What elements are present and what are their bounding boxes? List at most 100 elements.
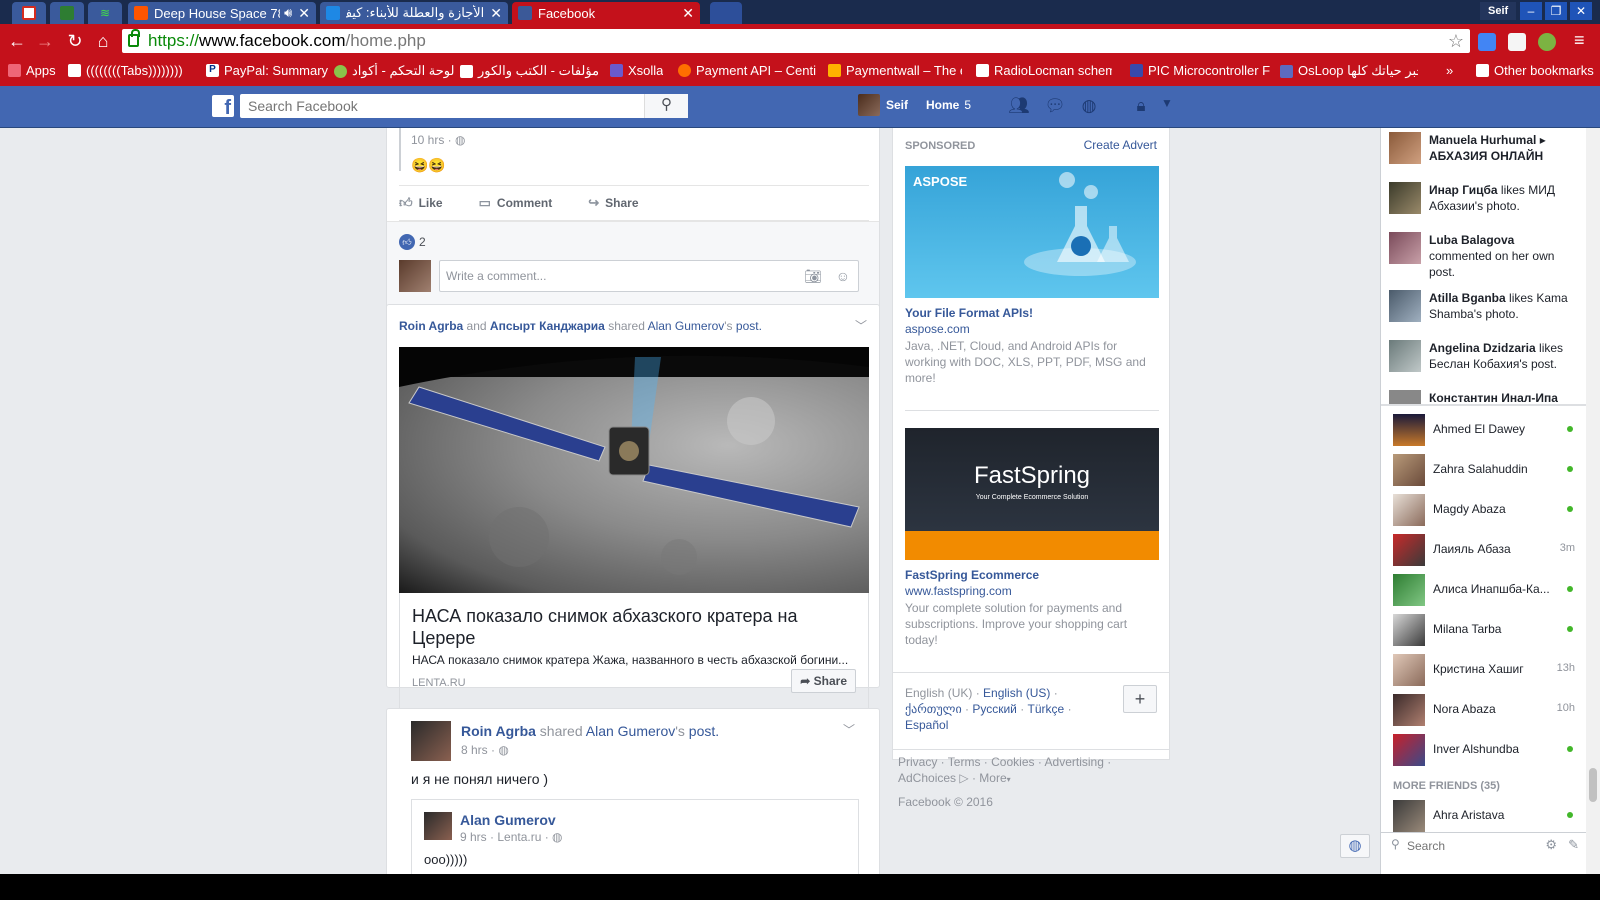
post-options-chevron-icon[interactable]: ﹀ xyxy=(843,721,855,738)
globe-extension-icon[interactable] xyxy=(1538,33,1556,51)
language-option[interactable]: Español xyxy=(905,718,948,732)
ad-url[interactable]: www.fastspring.com xyxy=(905,584,1012,598)
ad-title[interactable]: FastSpring Ecommerce xyxy=(905,568,1039,582)
ad-image[interactable]: FastSpring Your Complete Ecommerce Solut… xyxy=(905,428,1159,560)
ticker-item[interactable]: Manuela Hurhumal ▸ АБХАЗИЯ ОНЛАЙН xyxy=(1381,128,1587,178)
bookmark-pic[interactable]: PIC Microcontroller F xyxy=(1130,63,1270,78)
add-language-button[interactable]: + xyxy=(1123,685,1157,713)
messages-icon[interactable]: 💬︎ xyxy=(1044,96,1066,116)
post-options-chevron-icon[interactable]: ﹀ xyxy=(855,317,867,334)
forward-icon[interactable]: → xyxy=(34,30,56,52)
chat-search-input[interactable] xyxy=(1407,837,1527,855)
tab-pinned-2[interactable] xyxy=(50,2,84,24)
search-icon[interactable]: ⚲ xyxy=(644,94,688,118)
audio-icon[interactable]: 🔊︎ xyxy=(284,5,292,21)
scrollbar-thumb[interactable] xyxy=(1589,768,1597,802)
footer-link-terms[interactable]: Terms xyxy=(948,755,981,769)
link-preview-image[interactable] xyxy=(399,347,869,593)
ticker-item[interactable]: Atilla Bganba likes Kama Shamba's photo. xyxy=(1381,286,1587,336)
bookmark-codes[interactable]: لوحة التحكم - أكواد xyxy=(334,63,454,79)
share-button[interactable]: ➦ Share xyxy=(791,669,856,693)
tab-deep-house[interactable]: Deep House Space 78 🔊︎ ✕ xyxy=(128,2,316,24)
language-option[interactable]: English (US) xyxy=(983,686,1050,700)
comment-input[interactable]: Write a comment... 📷︎ ☺ xyxy=(439,260,859,292)
shared-post-timestamp[interactable]: 9 hrs · Lenta.ru · ◍ xyxy=(460,830,563,844)
bookmark-radiolocman[interactable]: RadioLocman schem xyxy=(976,63,1112,78)
post-link[interactable]: post. xyxy=(736,319,762,333)
close-icon[interactable]: ✕ xyxy=(682,5,694,22)
gear-icon[interactable]: ⚙ xyxy=(1545,837,1557,853)
bookmark-xsolla[interactable]: Xsolla xyxy=(610,63,663,78)
bookmarks-overflow[interactable]: » xyxy=(1446,63,1453,78)
chat-friend[interactable]: Magdy Abaza xyxy=(1381,490,1587,528)
bookmark-tabs-folder[interactable]: ((((((((Tabs)))))))) xyxy=(68,63,183,78)
footer-link-cookies[interactable]: Cookies xyxy=(991,755,1034,769)
tab-facebook[interactable]: Facebook ✕ xyxy=(512,2,700,24)
owner-link[interactable]: Alan Gumerov xyxy=(586,723,675,739)
footer-link-advertising[interactable]: Advertising xyxy=(1045,755,1104,769)
ad-title[interactable]: Your File Format APIs! xyxy=(905,306,1033,320)
friend-requests-icon[interactable]: 👥︎ xyxy=(1008,96,1030,116)
extension-icon[interactable] xyxy=(1508,33,1526,51)
create-advert-link[interactable]: Create Advert xyxy=(1084,138,1157,152)
translate-icon[interactable] xyxy=(1478,33,1496,51)
chat-friend[interactable]: Алиса Инапшба-Ка... xyxy=(1381,570,1587,608)
ticker-item[interactable]: Константин Инал-Ипа xyxy=(1381,386,1587,404)
avatar[interactable] xyxy=(424,812,452,840)
bookmark-other[interactable]: Other bookmarks xyxy=(1476,63,1594,78)
ticker-item[interactable]: Инар Гицба likes МИД Абхазии's photo. xyxy=(1381,178,1587,228)
facebook-logo[interactable]: f xyxy=(212,95,234,119)
ticker-item[interactable]: Angelina Dzidzaria likes Беслан Кобахия'… xyxy=(1381,336,1587,386)
link-preview[interactable]: НАСА показало снимок абхазского кратера … xyxy=(399,593,869,711)
chat-friend[interactable]: Milana Tarba xyxy=(1381,610,1587,648)
chat-friend[interactable]: Лаияль Абаза 3m xyxy=(1381,530,1587,568)
close-icon[interactable]: ✕ xyxy=(490,5,502,22)
bookmark-paypal[interactable]: P PayPal: Summary xyxy=(206,63,328,78)
chat-friend[interactable]: Inver Alshundba xyxy=(1381,730,1587,768)
chat-friend[interactable]: Ahra Aristava xyxy=(1381,796,1587,834)
notifications-globe-icon[interactable]: ◍ xyxy=(1078,96,1100,116)
actor-link[interactable]: Roin Agrba xyxy=(399,319,463,333)
compose-icon[interactable]: ✎ xyxy=(1568,837,1579,853)
footer-link-more[interactable]: More xyxy=(979,771,1006,785)
ticker-item[interactable]: Luba Balagova commented on her own post. xyxy=(1381,228,1587,279)
camera-icon[interactable]: 📷︎ xyxy=(804,261,822,291)
bookmark-payment-api[interactable]: Payment API – Centi xyxy=(678,63,818,78)
post-timestamp[interactable]: 8 hrs · ◍ xyxy=(461,743,509,757)
close-icon[interactable]: ✕ xyxy=(298,5,310,22)
close-window-icon[interactable]: ✕ xyxy=(1570,2,1592,20)
home-link[interactable]: Home 5 xyxy=(926,98,971,112)
like-button[interactable]: 👍︎ Like xyxy=(399,195,443,211)
ad-url[interactable]: aspose.com xyxy=(905,322,970,336)
emoji-icon[interactable]: ☺ xyxy=(836,261,850,291)
actor-link[interactable]: Апсырт Канджариа xyxy=(490,319,605,333)
ticker-divider[interactable] xyxy=(1381,404,1587,406)
account-menu-chevron-icon[interactable]: ▼ xyxy=(1156,96,1178,116)
address-bar[interactable]: https://www.facebook.com/home.php ☆ xyxy=(122,29,1470,53)
bookmark-osloop[interactable]: OsLoop خبر حياتك كلها xyxy=(1280,63,1418,79)
language-option[interactable]: Türkçe xyxy=(1028,702,1065,716)
language-option[interactable]: Русский xyxy=(972,702,1017,716)
share-button[interactable]: ↪ Share xyxy=(588,195,638,211)
link-title[interactable]: НАСА показало снимок абхазского кратера … xyxy=(412,605,852,649)
profile-button[interactable]: Seif xyxy=(1480,2,1517,20)
profile-link[interactable]: Seif xyxy=(858,94,908,116)
minimize-icon[interactable]: – xyxy=(1520,2,1542,20)
tab-pinned-3[interactable]: ≋ xyxy=(88,2,122,24)
chat-friend[interactable]: Кристина Хашиг 13h xyxy=(1381,650,1587,688)
owner-link[interactable]: Alan Gumerov xyxy=(648,319,725,333)
privacy-shortcuts-icon[interactable]: 🔒︎ xyxy=(1130,96,1152,116)
comment-button[interactable]: ▭ Comment xyxy=(479,195,553,211)
post-timestamp[interactable]: 10 hrs · ◍ xyxy=(411,133,466,147)
facebook-search-input[interactable] xyxy=(240,94,640,118)
avatar[interactable] xyxy=(411,721,451,761)
home-icon[interactable]: ⌂ xyxy=(92,30,114,52)
page-scrollbar[interactable] xyxy=(1586,128,1600,874)
maximize-icon[interactable]: ❐ xyxy=(1545,2,1567,20)
chat-friend[interactable]: Zahra Salahuddin xyxy=(1381,450,1587,488)
bookmark-paymentwall[interactable]: Paymentwall – The e xyxy=(828,63,962,78)
post-link[interactable]: post. xyxy=(689,723,719,739)
author-link[interactable]: Alan Gumerov xyxy=(460,812,556,828)
like-count[interactable]: 2 xyxy=(419,235,426,249)
chrome-menu-icon[interactable]: ≡ xyxy=(1574,30,1585,51)
